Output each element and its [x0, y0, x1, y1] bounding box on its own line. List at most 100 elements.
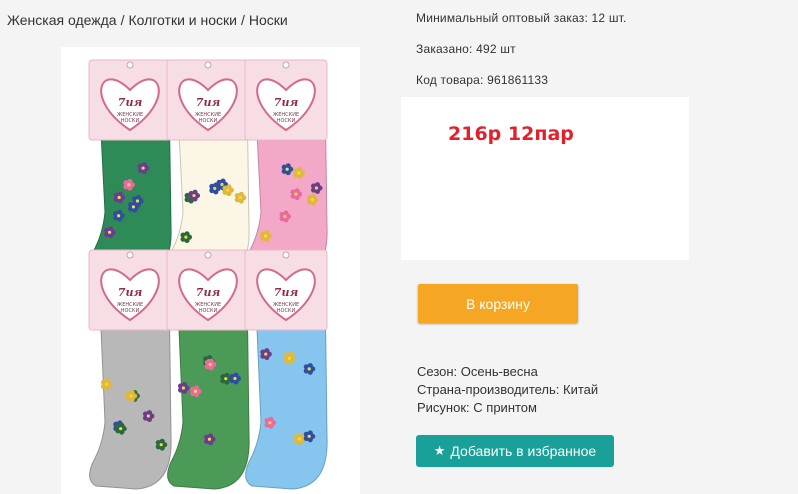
flower-center	[287, 356, 291, 361]
flower-petal	[226, 184, 232, 190]
flower-center	[192, 193, 196, 198]
label-brand-text: 7ия	[274, 286, 299, 299]
flower-center	[224, 377, 228, 381]
breadcrumb: Женская одежда / Колготки и носки / Носки	[7, 12, 288, 28]
flower-petal	[208, 358, 214, 364]
flower-center	[285, 167, 289, 171]
flower-center	[297, 171, 301, 175]
star-icon: ★	[433, 443, 446, 458]
flower-petal	[268, 416, 274, 422]
flower-petal	[117, 209, 123, 216]
label-hang-hole	[126, 251, 134, 259]
flower-center	[184, 235, 188, 239]
label-text: НОСКИ	[121, 308, 140, 314]
price-box: 216р 12пар	[401, 97, 689, 260]
flower-petal	[233, 372, 239, 378]
flower-center	[220, 182, 224, 187]
label-hang-hole	[204, 251, 212, 259]
product-properties: Сезон: Осень-весна Страна-производитель:…	[417, 363, 598, 417]
flower-petal	[141, 162, 147, 168]
flower-petal	[129, 390, 135, 396]
property-label: Страна-производитель:	[417, 382, 560, 397]
flower-petal	[108, 226, 114, 232]
flower-petal	[127, 178, 133, 185]
flower-center	[193, 389, 198, 393]
flower-center	[129, 394, 133, 398]
property-country: Страна-производитель: Китай	[417, 381, 598, 399]
breadcrumb-item-tights-socks[interactable]: Колготки и носки	[128, 12, 237, 28]
flower-center	[146, 414, 150, 418]
flower-center	[127, 183, 131, 187]
flower-center	[131, 205, 136, 209]
flower-center	[104, 382, 108, 386]
flower-center	[135, 199, 140, 203]
label-brand-text: 7ия	[196, 286, 221, 299]
flower-petal	[285, 163, 291, 169]
flower-center	[207, 437, 212, 441]
flower-petal	[238, 191, 244, 197]
flower-center	[226, 188, 230, 192]
property-season: Сезон: Осень-весна	[417, 363, 598, 381]
flower-petal	[297, 166, 303, 173]
flower-center	[268, 421, 272, 425]
label-text: НОСКИ	[277, 118, 296, 124]
product-code-text: Код товара: 961861133	[416, 73, 549, 87]
flower-center	[283, 214, 287, 219]
flower-center	[314, 186, 319, 190]
flower-petal	[294, 188, 300, 194]
label-text: НОСКИ	[199, 118, 218, 124]
flower-petal	[314, 182, 321, 188]
flower-petal	[283, 210, 289, 216]
breadcrumb-item-womens-clothing[interactable]: Женская одежда	[7, 12, 117, 28]
label-hang-hole	[282, 61, 290, 69]
flower-center	[141, 166, 145, 170]
flower-petal	[181, 382, 188, 388]
flower-petal	[135, 195, 142, 201]
flower-center	[264, 352, 268, 356]
flower-center	[238, 196, 242, 200]
flower-center	[208, 362, 212, 367]
flower-petal	[119, 422, 125, 428]
flower-petal	[159, 438, 165, 444]
label-brand-text: 7ия	[196, 96, 221, 109]
property-value: Китай	[563, 382, 599, 397]
product-image[interactable]: 7ия ЖЕНСКИЕ НОСКИ 7ия ЖЕНСКИЕ НОСКИ 7ия ЖЕНСКИЕ…	[61, 47, 360, 494]
label-hang-hole	[204, 61, 212, 69]
flower-center	[117, 195, 121, 200]
property-pattern: Рисунок: С принтом	[417, 399, 598, 417]
flower-petal	[104, 378, 111, 384]
flower-center	[264, 234, 268, 238]
flower-petal	[264, 230, 270, 236]
flower-petal	[193, 385, 200, 391]
flower-center	[117, 214, 121, 218]
add-to-favorites-button[interactable]: ★ Добавить в избранное	[416, 435, 614, 467]
ordered-count-text: Заказано: 492 шт	[416, 42, 516, 56]
breadcrumb-separator: /	[120, 12, 125, 28]
flower-center	[233, 376, 237, 381]
add-to-cart-button[interactable]: В корзину	[418, 284, 578, 323]
label-text: НОСКИ	[121, 118, 140, 124]
property-label: Сезон:	[417, 364, 458, 379]
flower-petal	[264, 348, 270, 354]
label-brand-text: 7ия	[274, 96, 299, 109]
flower-center	[107, 230, 112, 234]
flower-center	[307, 367, 311, 371]
flower-petal	[184, 231, 190, 237]
flower-petal	[213, 182, 219, 188]
property-value: Осень-весна	[460, 364, 538, 379]
label-text: НОСКИ	[199, 308, 218, 314]
label-hang-hole	[282, 251, 290, 259]
flower-petal	[307, 430, 313, 436]
flower-petal	[287, 352, 294, 358]
breadcrumb-separator: /	[240, 12, 245, 28]
breadcrumb-item-socks[interactable]: Носки	[249, 12, 288, 28]
flower-center	[294, 192, 298, 196]
flower-petal	[310, 193, 316, 199]
min-order-text: Минимальный оптовый заказ: 12 шт.	[416, 11, 627, 25]
flower-petal	[192, 189, 198, 195]
label-text: НОСКИ	[277, 308, 296, 314]
flower-center	[213, 186, 217, 191]
label-brand-text: 7ия	[118, 96, 143, 109]
flower-center	[310, 198, 314, 202]
flower-center	[159, 443, 163, 447]
